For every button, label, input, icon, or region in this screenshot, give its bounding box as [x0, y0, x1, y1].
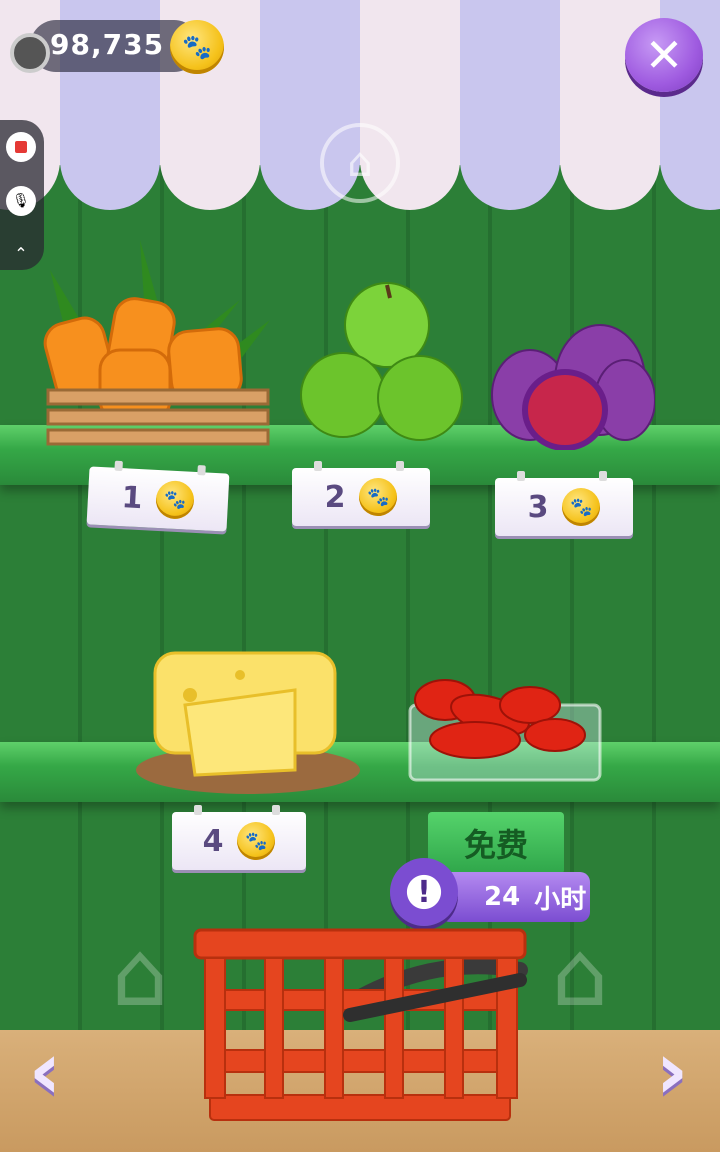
chevron-right-icon: ›	[655, 1023, 689, 1117]
close-button[interactable]: ✕	[625, 18, 703, 92]
home-button[interactable]: ⌂	[320, 123, 400, 203]
free-tag[interactable]: 免费	[428, 812, 564, 874]
chili-peppers-item[interactable]	[405, 660, 605, 785]
coin-balance: 98,735	[50, 28, 165, 61]
record-icon	[15, 141, 27, 153]
mic-button[interactable]: 🎙	[6, 186, 36, 216]
price-tag-4[interactable]: 4 🐾	[172, 805, 306, 870]
paw-coin-icon: 🐾	[562, 488, 601, 526]
green-apples-item[interactable]	[295, 280, 470, 445]
house-icon: ⌂	[111, 922, 169, 1027]
price-tag-1[interactable]: 1 🐾	[86, 460, 230, 532]
house-icon: ⌂	[551, 922, 609, 1027]
free-label: 免费	[463, 826, 528, 864]
price-tag-2[interactable]: 2 🐾	[292, 461, 430, 526]
paw-coin-icon: 🐾	[359, 478, 398, 516]
price-value: 4	[202, 823, 224, 859]
paw-coin-icon: 🐾	[237, 822, 276, 860]
mic-off-icon: 🎙	[12, 193, 30, 209]
price-value: 2	[324, 479, 346, 515]
timer-value: 24	[484, 882, 521, 912]
shopping-basket[interactable]	[185, 915, 535, 1130]
carrots-item[interactable]	[30, 240, 310, 455]
previous-button[interactable]: ‹	[15, 1023, 75, 1117]
price-value: 1	[120, 479, 144, 516]
close-icon: ✕	[644, 28, 684, 82]
price-tag-3[interactable]: 3 🐾	[495, 471, 633, 536]
paw-coin-icon: 🐾	[155, 479, 196, 520]
camera-icon	[10, 33, 50, 73]
figs-item[interactable]	[485, 300, 655, 450]
cheese-item[interactable]	[130, 645, 365, 795]
chevron-up-icon: ⌃	[14, 243, 28, 263]
timer-unit: 小时	[534, 884, 587, 915]
home-icon: ⌂	[347, 140, 373, 186]
price-value: 3	[527, 489, 549, 525]
paw-coin-icon: 🐾	[170, 20, 224, 74]
next-button[interactable]: ›	[642, 1023, 702, 1117]
record-button[interactable]	[6, 132, 36, 162]
chevron-left-icon: ‹	[28, 1023, 62, 1117]
